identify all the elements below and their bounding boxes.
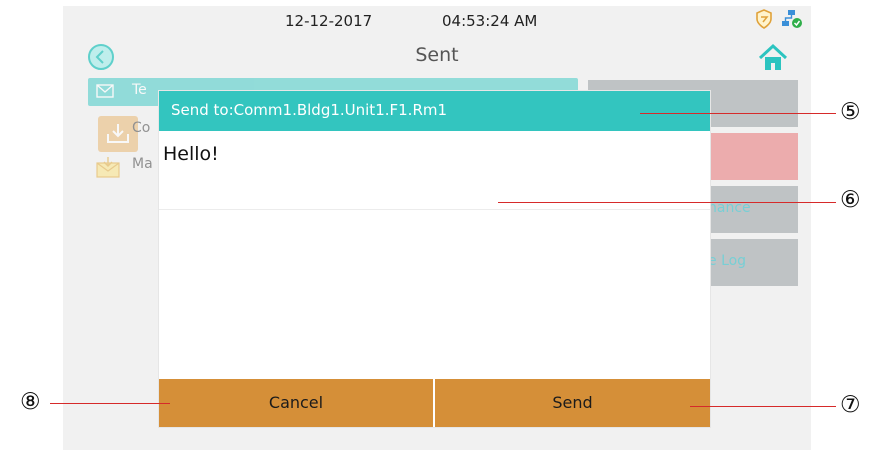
- shield-icon: [755, 9, 773, 33]
- callout-number: ⑥: [840, 187, 861, 213]
- send-message-dialog: Send to:Comm1.Bldg1.Unit1.F1.Rm1 Hello!: [159, 91, 710, 427]
- status-bar: 12-12-2017 04:53:24 AM: [63, 6, 811, 36]
- network-status-icon: [781, 9, 803, 33]
- envelope-icon: [96, 84, 114, 102]
- page-title: Sent: [415, 44, 459, 66]
- callout-line: [640, 113, 836, 114]
- list-item-label: Te: [132, 82, 147, 98]
- list-item-label: Co: [132, 120, 151, 136]
- recipient-text: Send to:Comm1.Bldg1.Unit1.F1.Rm1: [171, 101, 448, 119]
- dialog-header: Send to:Comm1.Bldg1.Unit1.F1.Rm1: [159, 91, 710, 131]
- divider: [159, 209, 710, 210]
- home-icon[interactable]: [757, 42, 789, 74]
- callout-number: ⑦: [840, 392, 861, 418]
- title-bar: Sent: [63, 40, 811, 74]
- dialog-footer: Cancel Send: [159, 379, 710, 427]
- message-text[interactable]: Hello!: [163, 143, 219, 165]
- date-text: 12-12-2017: [285, 12, 373, 30]
- callout-line: [690, 406, 836, 407]
- send-button[interactable]: Send: [435, 379, 710, 427]
- list-item-label: Ma: [132, 156, 153, 172]
- side-button-label: e Log: [708, 253, 747, 269]
- cancel-button[interactable]: Cancel: [159, 379, 433, 427]
- callout-number: ⑤: [840, 99, 861, 125]
- callout-number: ⑧: [20, 389, 41, 415]
- callout-line: [50, 403, 170, 404]
- callout-line: [498, 202, 836, 203]
- mail-icon: [96, 156, 120, 182]
- time-text: 04:53:24 AM: [442, 12, 538, 30]
- device-screen: 12-12-2017 04:53:24 AM Sent Te Co Ma nan…: [63, 6, 811, 450]
